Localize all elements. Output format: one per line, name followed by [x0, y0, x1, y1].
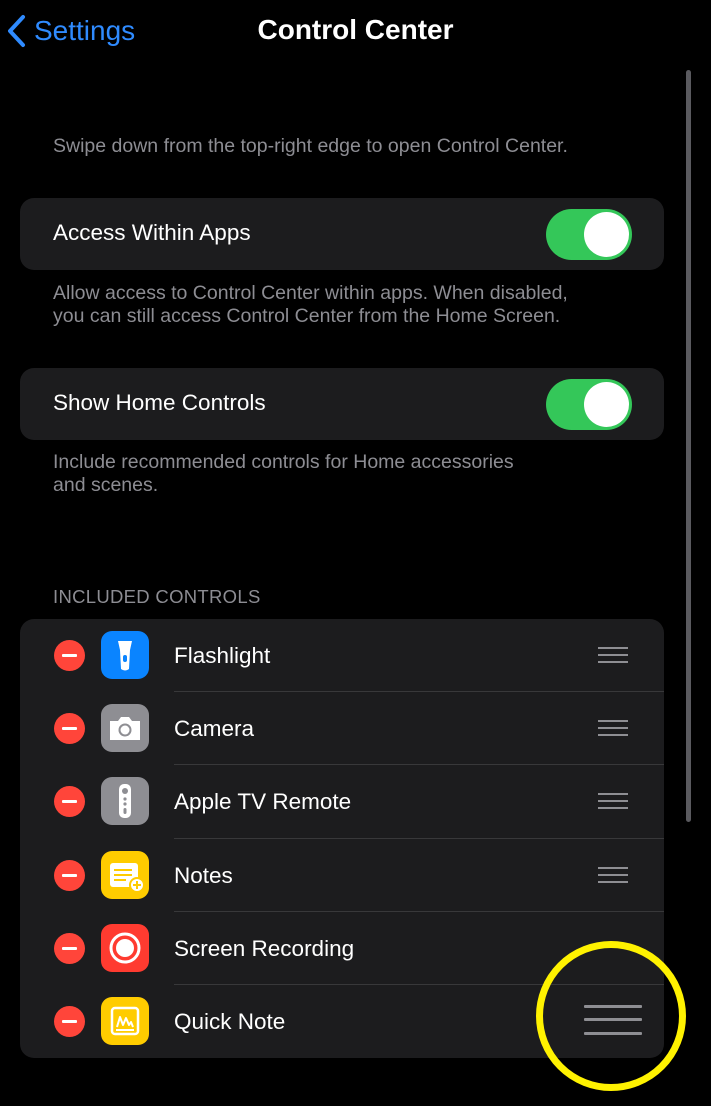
access-within-apps-footer-line1: Allow access to Control Center within ap… — [53, 282, 568, 304]
control-label: Quick Note — [174, 1008, 286, 1034]
list-item-notes: Notes — [20, 839, 664, 912]
show-home-controls-footer-line2: and scenes. — [53, 474, 159, 496]
remove-button[interactable] — [54, 713, 85, 745]
intro-hint: Swipe down from the top-right edge to op… — [53, 135, 568, 157]
remove-button[interactable] — [54, 1005, 85, 1037]
show-home-controls-group: Show Home Controls — [20, 368, 664, 440]
access-within-apps-footer-line2: you can still access Control Center from… — [53, 305, 561, 327]
show-home-controls-switch[interactable] — [546, 379, 632, 430]
reorder-handle[interactable] — [584, 1005, 642, 1035]
quick-note-icon — [101, 996, 149, 1045]
list-item-screen-recording: Screen Recording — [20, 912, 664, 985]
notes-icon — [101, 850, 149, 899]
control-label: Screen Recording — [174, 935, 355, 961]
list-item-quick-note: Quick Note — [20, 985, 664, 1058]
switch-knob — [584, 382, 629, 427]
minus-icon — [62, 946, 77, 950]
list-item-flashlight: Flashlight — [20, 619, 664, 693]
list-item-camera: Camera — [20, 692, 664, 766]
control-label: Flashlight — [174, 643, 271, 668]
access-within-apps-row[interactable]: Access Within Apps — [20, 198, 664, 270]
navigation-bar: Settings Control Center — [0, 0, 711, 62]
control-center-settings-screen: Settings Control Center Swipe down from … — [0, 0, 711, 1106]
access-within-apps-label: Access Within Apps — [53, 220, 251, 245]
flashlight-icon — [101, 631, 149, 679]
included-controls-header: INCLUDED CONTROLS — [53, 586, 261, 607]
reorder-handle[interactable] — [598, 647, 628, 663]
reorder-handle[interactable] — [598, 720, 628, 737]
remote-icon — [101, 777, 149, 826]
record-icon — [101, 923, 149, 972]
show-home-controls-footer-line1: Include recommended controls for Home ac… — [53, 451, 514, 473]
reorder-handle[interactable] — [598, 866, 628, 883]
minus-icon — [62, 654, 77, 657]
minus-icon — [62, 727, 77, 731]
remove-button[interactable] — [54, 932, 85, 964]
show-home-controls-label: Show Home Controls — [53, 390, 266, 415]
minus-icon — [62, 800, 77, 804]
control-label: Camera — [174, 716, 255, 742]
access-within-apps-group: Access Within Apps — [20, 198, 664, 270]
control-label: Apple TV Remote — [174, 789, 352, 815]
reorder-handle[interactable] — [598, 793, 628, 810]
access-within-apps-switch[interactable] — [546, 209, 632, 260]
remove-button[interactable] — [54, 859, 85, 891]
minus-icon — [62, 873, 77, 877]
remove-button[interactable] — [54, 786, 85, 818]
minus-icon — [62, 1019, 77, 1023]
remove-button[interactable] — [54, 640, 85, 671]
switch-knob — [584, 212, 629, 257]
scroll-indicator[interactable] — [686, 70, 691, 822]
list-item-apple-tv-remote: Apple TV Remote — [20, 765, 664, 839]
show-home-controls-row[interactable]: Show Home Controls — [20, 368, 664, 440]
page-title: Control Center — [257, 14, 454, 45]
control-label: Notes — [174, 862, 233, 888]
camera-icon — [101, 704, 149, 753]
included-controls-list: Flashlight Camera Apple TV Remote Notes … — [20, 619, 664, 1058]
